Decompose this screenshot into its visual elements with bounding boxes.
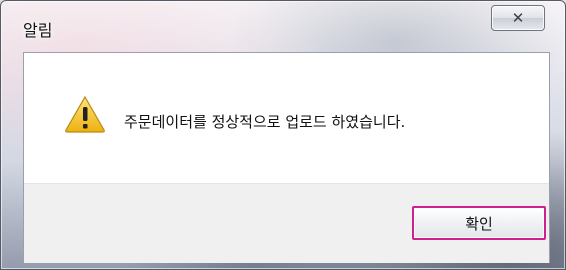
- ok-button[interactable]: 확인: [412, 206, 546, 240]
- close-button[interactable]: ✕: [491, 5, 545, 31]
- window-title: 알림: [23, 21, 53, 40]
- message-area: 주문데이터를 정상적으로 업로드 하였습니다.: [24, 53, 549, 183]
- warning-icon: [65, 95, 105, 133]
- title-bar[interactable]: 알림 ✕: [1, 1, 565, 51]
- dialog-message: 주문데이터를 정상적으로 업로드 하였습니다.: [124, 113, 406, 131]
- close-icon: ✕: [511, 8, 525, 27]
- dialog-body: 주문데이터를 정상적으로 업로드 하였습니다. 확인: [23, 52, 550, 263]
- button-bar: 확인: [24, 183, 549, 263]
- alert-dialog-window: 알림 ✕ 주문데이터를 정상적으로 업로드 하였습니다. 확인: [0, 0, 566, 270]
